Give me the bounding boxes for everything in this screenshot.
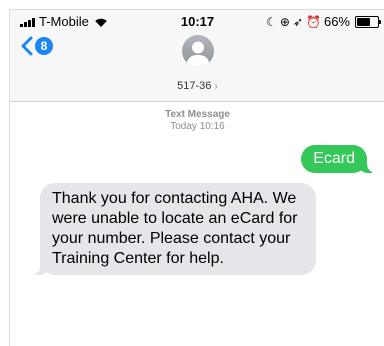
orientation-lock-icon: ⊕	[279, 14, 290, 29]
contact-name-button[interactable]: 517-36 ›	[10, 80, 384, 92]
incoming-message-text: Thank you for contacting AHA. We were un…	[52, 190, 298, 267]
unread-count-badge: 8	[35, 37, 53, 55]
thread-meta: Text Message Today 10:16	[10, 109, 384, 133]
service-label: Text Message	[165, 109, 230, 120]
battery-percentage: 66%	[323, 14, 350, 29]
back-button[interactable]: 8	[20, 36, 53, 56]
outgoing-message-bubble[interactable]: Ecard	[301, 145, 378, 173]
chevron-left-icon	[21, 36, 33, 56]
messages-screen: T-Mobile 10:17 ☾ ⊕ ➶ ⏰ 66% 8 517-36 › Te…	[9, 9, 384, 346]
chevron-right-icon: ›	[214, 81, 218, 92]
contact-name: 517-36	[177, 80, 212, 92]
incoming-message-bubble[interactable]: Thank you for contacting AHA. We were un…	[29, 183, 316, 275]
location-icon: ➶	[292, 14, 304, 29]
contact-avatar[interactable]	[182, 35, 214, 67]
conversation-header: T-Mobile 10:17 ☾ ⊕ ➶ ⏰ 66% 8 517-36 ›	[10, 10, 384, 102]
timestamp: Today 10:16	[170, 121, 225, 132]
person-silhouette-icon	[186, 41, 210, 67]
outgoing-message-text: Ecard	[313, 150, 355, 167]
battery-icon	[355, 15, 381, 28]
battery-level	[357, 17, 371, 26]
status-bar-right: ☾ ⊕ ➶ ⏰ 66%	[266, 14, 381, 29]
moon-icon: ☾	[266, 14, 277, 29]
alarm-icon: ⏰	[306, 14, 321, 29]
